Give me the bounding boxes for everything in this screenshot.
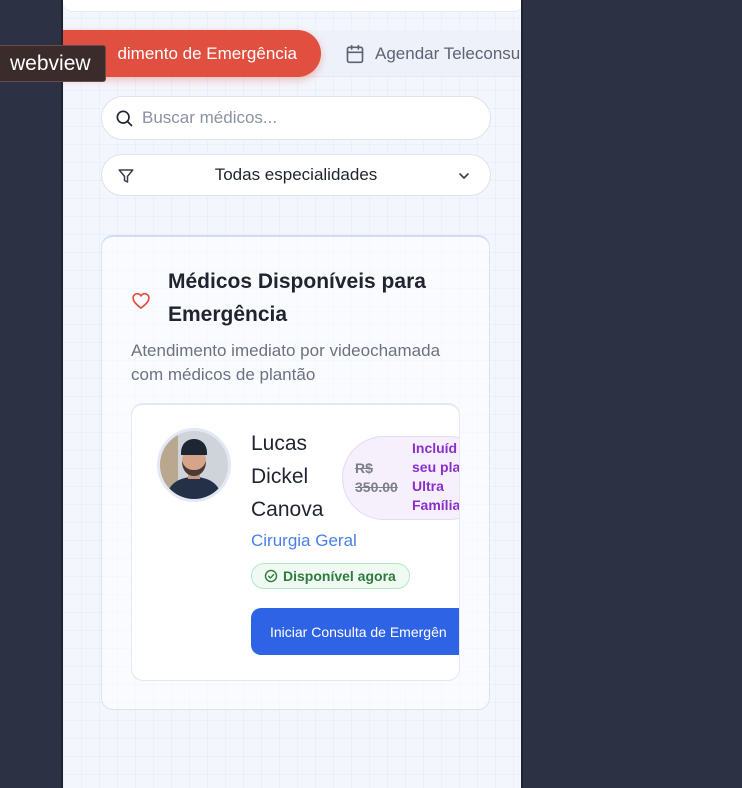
- specialty-filter-select[interactable]: Todas especialidades: [101, 154, 491, 196]
- app-webview: dimento de Emergência Agendar Teleconsu …: [61, 0, 523, 788]
- search-icon: [116, 110, 133, 127]
- price-badge: R$ 350.00 Incluíd seu pla Ultra Família: [342, 436, 460, 520]
- calendar-icon: [346, 44, 364, 63]
- tab-teleconsult[interactable]: Agendar Teleconsu: [345, 30, 520, 77]
- plan-included-text: Incluíd seu pla Ultra Família: [412, 440, 460, 513]
- webview-debug-label: webview: [0, 45, 106, 82]
- original-price: R$ 350.00: [355, 460, 398, 495]
- doctor-specialty: Cirurgia Geral: [251, 531, 357, 550]
- status-badge: Disponível agora: [251, 563, 410, 589]
- top-card: [63, 0, 521, 12]
- section-title: Médicos Disponíveis para Emergência: [168, 270, 426, 326]
- doctor-name: Lucas Dickel Canova: [251, 432, 324, 521]
- doctor-card: Lucas Dickel Canova R$ 350.00 Incluíd se…: [131, 403, 460, 681]
- doctor-photo-icon: [160, 431, 228, 499]
- section-description: Atendimento imediato por videochamada co…: [131, 341, 441, 384]
- heart-icon: [132, 292, 150, 309]
- check-circle-icon: [264, 569, 278, 583]
- webview-debug-text: webview: [10, 51, 91, 75]
- specialty-filter-value: Todas especialidades: [214, 165, 378, 184]
- filter-icon: [118, 169, 134, 183]
- emergency-doctors-card: Médicos Disponíveis para Emergência Aten…: [101, 235, 490, 710]
- search-input[interactable]: Buscar médicos...: [101, 96, 491, 140]
- chevron-down-icon: [459, 173, 469, 179]
- start-emergency-consult-label: Iniciar Consulta de Emergên: [270, 623, 447, 640]
- start-emergency-consult-button[interactable]: Iniciar Consulta de Emergên: [251, 608, 459, 655]
- status-badge-label: Disponível agora: [283, 568, 396, 584]
- tab-emergency-label: dimento de Emergência: [117, 43, 297, 63]
- tab-teleconsult-label: Agendar Teleconsu: [375, 43, 521, 63]
- search-placeholder: Buscar médicos...: [142, 108, 278, 127]
- avatar: [157, 428, 231, 502]
